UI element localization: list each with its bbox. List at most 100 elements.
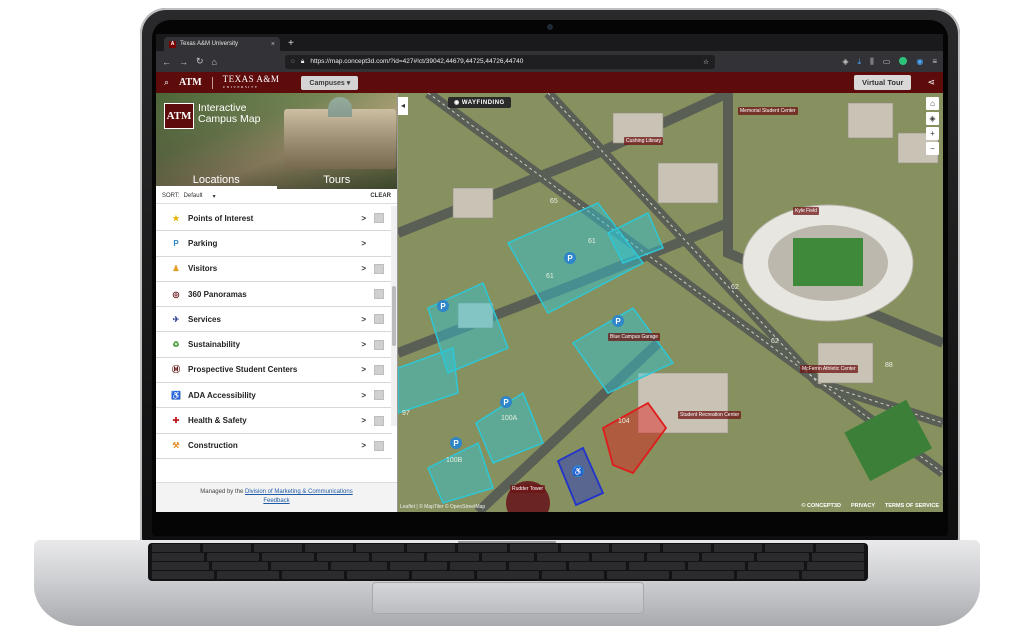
- map-label[interactable]: McFerrin Athletic Center: [800, 365, 858, 373]
- bookmark-star-icon[interactable]: ☆: [703, 58, 709, 66]
- category-label: Visitors: [188, 264, 218, 274]
- extension-icon[interactable]: [899, 56, 908, 65]
- category-checkbox[interactable]: [374, 213, 384, 224]
- account-icon[interactable]: ◉: [916, 57, 923, 67]
- clear-button[interactable]: CLEAR: [370, 193, 391, 199]
- new-tab-button[interactable]: +: [288, 37, 294, 51]
- category-item[interactable]: ◎360 Panoramas>: [156, 282, 392, 308]
- search-icon[interactable]: ⌕: [164, 77, 169, 88]
- feedback-link[interactable]: Feedback: [263, 498, 289, 504]
- category-item[interactable]: ✚ Health & Safety >: [156, 408, 392, 434]
- compass-icon[interactable]: ◈: [926, 112, 939, 125]
- svg-text:P: P: [440, 302, 446, 311]
- tab-tours[interactable]: Tours: [277, 171, 398, 189]
- map-label[interactable]: Cushing Library: [624, 137, 664, 145]
- zoom-out-button[interactable]: −: [926, 142, 939, 155]
- browser-tab-bar: A Texas A&M University × +: [156, 34, 943, 51]
- svg-text:♿: ♿: [573, 466, 583, 476]
- map-canvas[interactable]: P P P P P ♿ 61 61 62 62 88 65 97 100A 100B 10…: [398, 93, 943, 512]
- campuses-dropdown[interactable]: Campuses ▾: [301, 75, 359, 90]
- chevron-right-icon[interactable]: >: [361, 214, 366, 223]
- atm-logo: ATM: [164, 103, 194, 129]
- url-bar[interactable]: ◌ 🔒︎ https://map.concept3d.com/?id=427#!…: [284, 54, 715, 69]
- home-view-button[interactable]: ⌂: [926, 97, 939, 110]
- chevron-right-icon[interactable]: >: [361, 391, 366, 400]
- svg-text:100A: 100A: [501, 415, 518, 422]
- url-text: https://map.concept3d.com/?id=427#!ct/39…: [310, 58, 524, 65]
- wayfinding-button[interactable]: ◉ WAYFINDING: [448, 97, 511, 108]
- wayfinding-label: WAYFINDING: [461, 100, 505, 106]
- category-item[interactable]: ✈ Services >: [156, 307, 392, 333]
- category-item[interactable]: ♻ Sustainability >: [156, 332, 392, 358]
- map-label[interactable]: Kyle Field: [793, 207, 819, 215]
- chevron-right-icon[interactable]: >: [361, 416, 366, 425]
- category-checkbox[interactable]: [374, 415, 384, 426]
- browser-tab[interactable]: A Texas A&M University ×: [164, 37, 280, 51]
- svg-text:100B: 100B: [446, 457, 463, 464]
- category-checkbox[interactable]: [374, 364, 384, 375]
- university-wordmark: TEXAS A&M UNIVERSITY: [222, 73, 280, 89]
- download-icon[interactable]: ⤓: [858, 57, 862, 67]
- category-label: ADA Accessibility: [188, 390, 256, 400]
- chevron-right-icon[interactable]: >: [361, 365, 366, 374]
- category-item[interactable]: Ⓜ Prospective Student Centers >: [156, 358, 392, 384]
- menu-icon[interactable]: ≡: [932, 57, 937, 67]
- category-checkbox[interactable]: [374, 390, 384, 401]
- sidebar-toggle-icon[interactable]: ▭: [883, 57, 891, 67]
- home-icon[interactable]: ⌂: [212, 57, 217, 67]
- parking-icon: P: [173, 238, 179, 248]
- marketing-link[interactable]: Division of Marketing & Communications: [245, 489, 353, 495]
- svg-text:61: 61: [546, 273, 554, 280]
- map-attribution[interactable]: Leaflet | © MapTiler © OpenStreetMap: [400, 504, 485, 510]
- category-checkbox[interactable]: [374, 314, 384, 325]
- category-checkbox[interactable]: [374, 440, 384, 451]
- scrollbar-thumb[interactable]: [392, 286, 396, 346]
- chevron-right-icon[interactable]: >: [361, 441, 366, 450]
- chevron-down-icon[interactable]: ▾: [213, 193, 216, 200]
- category-item[interactable]: ★ Points of Interest >: [156, 206, 392, 232]
- sidebar-title: Interactive Campus Map: [198, 102, 261, 125]
- zoom-in-button[interactable]: +: [926, 127, 939, 140]
- campus-map[interactable]: P P P P P ♿ 61 61 62 62 88 65 97 100A 100B 10…: [398, 93, 943, 512]
- keyboard: [148, 543, 868, 581]
- tab-locations[interactable]: Locations: [156, 171, 277, 189]
- sort-select[interactable]: Default: [184, 193, 203, 199]
- category-checkbox[interactable]: [374, 289, 384, 300]
- chevron-right-icon[interactable]: >: [361, 264, 366, 273]
- share-icon[interactable]: ⋖: [927, 77, 935, 88]
- chevron-right-icon[interactable]: >: [361, 239, 366, 248]
- category-item[interactable]: ♟ Visitors >: [156, 257, 392, 282]
- category-checkbox[interactable]: [374, 339, 384, 350]
- lock-icon: 🔒︎: [300, 57, 305, 65]
- pocket-icon[interactable]: ◈: [842, 57, 848, 67]
- virtual-tour-button[interactable]: Virtual Tour: [854, 75, 912, 90]
- category-item[interactable]: P Parking >: [156, 231, 392, 257]
- trackpad: [372, 582, 644, 614]
- forward-icon[interactable]: →: [179, 57, 188, 67]
- category-item[interactable]: ♿ ADA Accessibility >: [156, 383, 392, 409]
- concept3d-link[interactable]: © CONCEPT3D: [801, 503, 841, 509]
- category-list: ★ Points of Interest > P Parking > ♟ Visitors > ◎…: [156, 206, 392, 459]
- sidebar-scrollbar[interactable]: [391, 206, 397, 426]
- sidebar-footer: Managed by the Division of Marketing & C…: [156, 482, 397, 512]
- services-icon: ✈: [172, 314, 180, 324]
- privacy-link[interactable]: PRIVACY: [851, 503, 875, 509]
- sidebar-hero: ATM Interactive Campus Map Locations Tou…: [156, 93, 397, 189]
- chevron-right-icon[interactable]: >: [361, 315, 366, 324]
- map-label[interactable]: Student Recreation Center: [678, 411, 742, 419]
- map-label[interactable]: Blue Campus Garage: [608, 333, 661, 341]
- back-icon[interactable]: ←: [162, 57, 171, 67]
- category-item[interactable]: ⚒ Construction >: [156, 434, 392, 459]
- collapse-sidebar-button[interactable]: ◂: [398, 97, 408, 115]
- star-icon: ★: [172, 213, 180, 223]
- terms-link[interactable]: TERMS OF SERVICE: [885, 503, 939, 509]
- library-icon[interactable]: ⫼: [870, 57, 874, 67]
- reload-icon[interactable]: ↻: [196, 56, 204, 67]
- panorama-icon: ◎: [172, 289, 180, 299]
- chevron-right-icon[interactable]: >: [361, 340, 366, 349]
- map-label[interactable]: Rudder Tower: [510, 485, 546, 493]
- category-checkbox[interactable]: [374, 263, 384, 274]
- close-icon[interactable]: ×: [271, 41, 275, 48]
- map-label[interactable]: Memorial Student Center: [738, 107, 798, 115]
- construction-icon: ⚒: [172, 441, 180, 451]
